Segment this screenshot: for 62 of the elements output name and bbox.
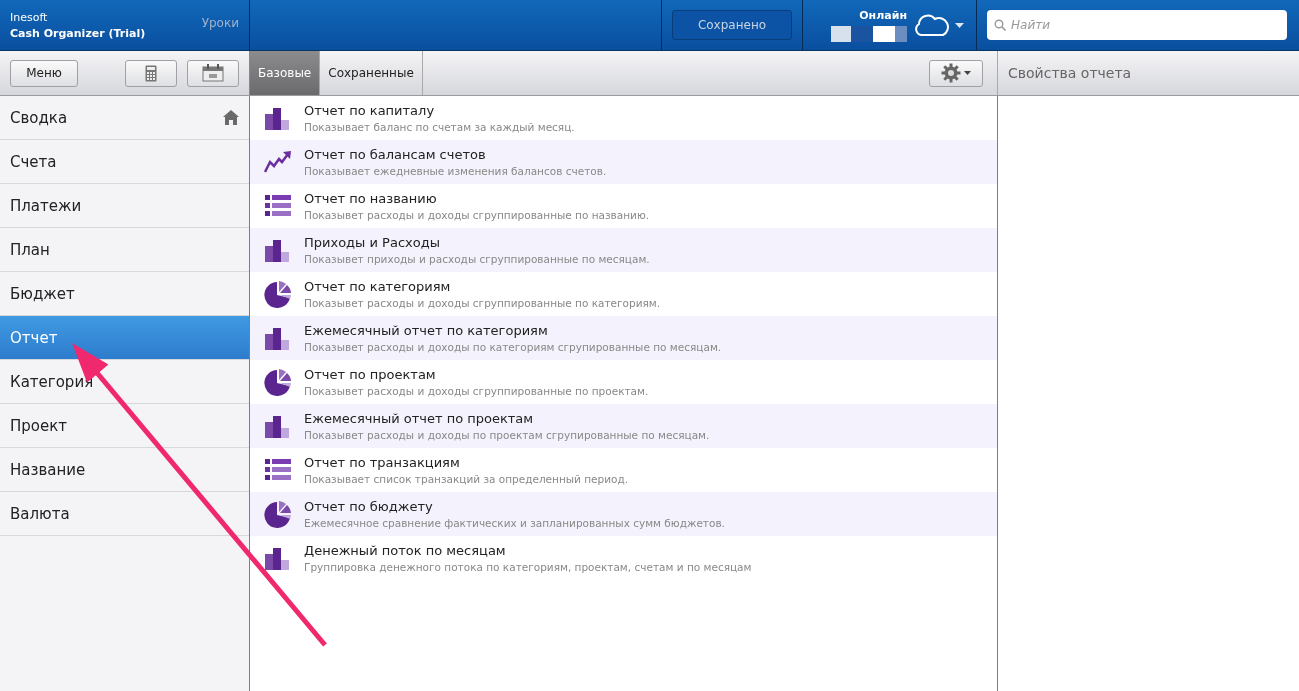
vendor-name: Inesoft — [10, 10, 49, 24]
bar-chart-icon — [265, 106, 291, 130]
report-row[interactable]: Ежемесячный отчет по категориям Показывет расходы и доходы по категориям сгрупированные по месяцам. — [250, 316, 997, 360]
report-tab[interactable]: Базовые — [250, 51, 321, 95]
bar-chart-icon — [265, 238, 291, 262]
report-title: Отчет по балансам счетов — [304, 147, 487, 162]
list-icon — [265, 195, 291, 217]
dropdown-caret-icon — [964, 71, 971, 75]
sidebar-item[interactable]: Платежи — [0, 184, 249, 228]
search-icon — [994, 19, 1006, 31]
report-title: Денежный поток по месяцам — [304, 543, 507, 558]
report-description: Показывет расходы и доходы сгруппированные по названию. — [304, 209, 650, 221]
bar-chart-icon — [265, 414, 291, 438]
dropdown-caret-icon[interactable] — [955, 22, 964, 28]
report-description: Показывает ежедневные изменения балансов счетов. — [304, 165, 607, 177]
pie-chart-icon — [264, 368, 292, 396]
report-title: Ежемесячный отчет по проектам — [304, 411, 535, 426]
sidebar-item[interactable]: Счета — [0, 140, 249, 184]
report-title: Отчет по категориям — [304, 279, 452, 294]
app-title: Cash Organizer (Trial) — [10, 26, 146, 40]
calculator-button[interactable] — [125, 59, 177, 87]
report-row[interactable]: Приходы и Расходы Показывет приходы и расходы сгруппированные по месяцам. — [250, 228, 997, 272]
report-row[interactable]: Отчет по бюджету Ежемесячное сравнение фактических и запланированных сумм бюджетов. — [250, 492, 997, 536]
calendar-button[interactable] — [187, 59, 239, 87]
report-description: Ежемесячное сравнение фактических и запланированных сумм бюджетов. — [304, 517, 725, 529]
sidebar-item[interactable]: Отчет — [0, 316, 249, 360]
report-title: Ежемесячный отчет по категориям — [304, 323, 549, 338]
report-row[interactable]: Ежемесячный отчет по проектам Показывет расходы и доходы по проектам сгрупированные по месяцам. — [250, 404, 997, 448]
save-status-button[interactable]: Сохранено — [672, 10, 792, 40]
menu-button[interactable]: Меню — [10, 59, 78, 87]
calculator-icon — [145, 64, 157, 82]
sidebar-item[interactable]: Сводка — [0, 96, 249, 140]
report-title: Отчет по транзакциям — [304, 455, 461, 470]
pie-chart-icon — [264, 280, 292, 308]
report-description: Группировка денежного потока по категориям, проектам, счетам и по месяцам — [304, 561, 752, 573]
search-field[interactable]: Найти — [987, 10, 1287, 40]
report-title: Отчет по капиталу — [304, 103, 436, 118]
report-description: Показывет приходы и расходы сгруппированные по месяцам. — [304, 253, 650, 265]
report-description: Показывет расходы и доходы сгруппированные по категориям. — [304, 297, 661, 309]
sidebar-item[interactable]: План — [0, 228, 249, 272]
report-title: Отчет по проектам — [304, 367, 437, 382]
report-description: Показывет расходы и доходы по категориям сгрупированные по месяцам. — [304, 341, 722, 353]
report-title: Отчет по бюджету — [304, 499, 434, 514]
bar-chart-icon — [265, 326, 291, 350]
report-tab[interactable]: Сохраненные — [320, 51, 423, 95]
properties-title: Свойства отчета — [1007, 65, 1132, 81]
report-description: Показывет расходы и доходы по проектам сгрупированные по месяцам. — [304, 429, 710, 441]
report-description: Показывает список транзакций за определенный период. — [304, 473, 629, 485]
report-description: Показывет расходы и доходы сгруппированные по проектам. — [304, 385, 649, 397]
trend-arrow-icon — [264, 150, 292, 174]
settings-button[interactable] — [929, 59, 983, 87]
report-description: Показывает баланс по счетам за каждый месяц. — [304, 121, 575, 133]
cloud-icon[interactable] — [913, 13, 949, 37]
pie-chart-icon — [264, 500, 292, 528]
report-row[interactable]: Отчет по балансам счетов Показывает ежедневные изменения балансов счетов. — [250, 140, 997, 184]
online-label: Онлайн — [859, 8, 907, 22]
report-title: Отчет по названию — [304, 191, 438, 206]
list-icon — [265, 459, 291, 481]
settings-icon — [941, 63, 961, 83]
report-title: Приходы и Расходы — [304, 235, 441, 250]
calendar-icon — [202, 64, 224, 82]
bar-chart-icon — [265, 546, 291, 570]
